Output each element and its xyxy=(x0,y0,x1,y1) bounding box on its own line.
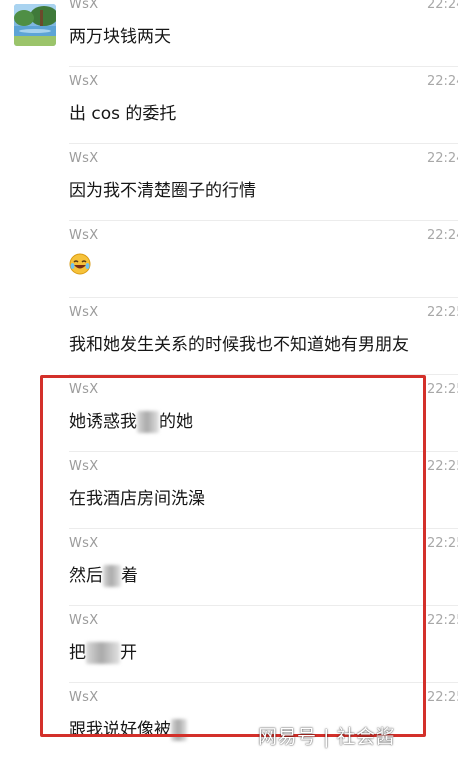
message-time: 22:25 xyxy=(427,459,458,474)
chat-message[interactable]: WsX 22:25 她诱惑我 的她 xyxy=(0,375,458,452)
message-text: 因为我不清楚圈子的行情 xyxy=(69,181,256,201)
message-sender: WsX xyxy=(69,613,99,628)
watermark: 网易号 | 社会酱 xyxy=(258,726,395,748)
censor-blur xyxy=(86,642,120,664)
chat-message[interactable]: WsX 22:25 我和她发生关系的时候我也不知道她有男朋友 xyxy=(0,298,458,375)
message-text-part: 她诱惑我 xyxy=(69,412,137,432)
message-time: 22:25 xyxy=(427,305,458,320)
message-time: 22:25 xyxy=(427,690,458,705)
message-text: 把开 xyxy=(69,638,137,664)
chat-message[interactable]: WsX 22:25 然后着 xyxy=(0,529,458,606)
message-time: 22:25 xyxy=(427,382,458,397)
message-text xyxy=(69,253,91,275)
chat-message[interactable]: WsX 22:25 在我酒店房间洗澡 xyxy=(0,452,458,529)
message-text: 我和她发生关系的时候我也不知道她有男朋友 xyxy=(69,335,409,355)
chat-message[interactable]: WsX 22:25 把开 xyxy=(0,606,458,683)
message-time: 22:25 xyxy=(427,613,458,628)
message-text-part: 跟我说好像被 xyxy=(69,720,171,740)
message-time: 22:24 xyxy=(427,74,458,89)
avatar[interactable] xyxy=(14,4,56,46)
censor-blur xyxy=(103,565,121,587)
message-sender: WsX xyxy=(69,228,99,243)
message-text: 出 cos 的委托 xyxy=(69,104,177,124)
message-time: 22:24 xyxy=(427,151,458,166)
message-time: 22:24 xyxy=(427,0,458,12)
message-text-part: 的她 xyxy=(159,412,193,432)
chat-message[interactable]: WsX 22:24 因为我不清楚圈子的行情 xyxy=(0,144,458,221)
message-sender: WsX xyxy=(69,382,99,397)
message-sender: WsX xyxy=(69,74,99,89)
message-text-part: 着 xyxy=(121,566,138,586)
message-sender: WsX xyxy=(69,151,99,166)
message-text: 在我酒店房间洗澡 xyxy=(69,489,205,509)
chat-message[interactable]: WsX 22:24 出 cos 的委托 xyxy=(0,67,458,144)
message-text: 跟我说好像被 xyxy=(69,715,187,741)
chat-message[interactable]: WsX 22:24 两万块钱两天 xyxy=(0,0,458,67)
censor-blur xyxy=(171,719,187,741)
censor-blur xyxy=(137,411,159,433)
message-sender: WsX xyxy=(69,0,99,12)
message-text: 两万块钱两天 xyxy=(69,27,171,47)
message-time: 22:25 xyxy=(427,536,458,551)
chat-message-list: WsX 22:24 两万块钱两天 WsX 22:24 出 cos 的委托 WsX… xyxy=(0,0,458,767)
message-sender: WsX xyxy=(69,305,99,320)
message-text: 她诱惑我 的她 xyxy=(69,407,193,433)
message-text: 然后着 xyxy=(69,561,138,587)
message-text-part: 开 xyxy=(120,643,137,663)
chat-message[interactable]: WsX 22:24 xyxy=(0,221,458,298)
message-sender: WsX xyxy=(69,536,99,551)
laughing-crying-emoji-icon xyxy=(69,253,91,275)
message-text-part: 把 xyxy=(69,643,86,663)
message-sender: WsX xyxy=(69,459,99,474)
message-sender: WsX xyxy=(69,690,99,705)
message-text-part: 然后 xyxy=(69,566,103,586)
message-time: 22:24 xyxy=(427,228,458,243)
